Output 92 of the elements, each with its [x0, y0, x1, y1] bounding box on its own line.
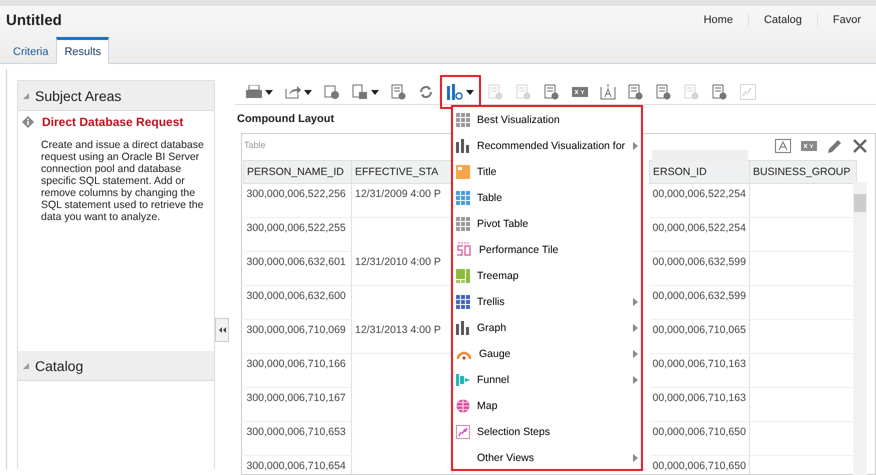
- subject-area-link[interactable]: Direct Database Request: [42, 115, 184, 129]
- menu-item[interactable]: Treemap: [453, 263, 641, 289]
- caret-icon: [265, 90, 273, 94]
- table-cell: 00,000,006,522,254: [650, 218, 750, 252]
- xyz-icon[interactable]: [572, 87, 588, 97]
- refresh-icon[interactable]: [419, 85, 433, 99]
- table-cell: 00,000,006,710,163: [650, 354, 750, 388]
- funnel-icon: [456, 374, 470, 386]
- table-cell: 00,000,006,710,163: [650, 388, 750, 422]
- table-cell: 300,000,006,522,256: [244, 184, 352, 218]
- table-cell: 300,000,006,710,653: [244, 422, 352, 456]
- column-header[interactable]: EFFECTIVE_STA: [352, 160, 452, 184]
- properties-icon[interactable]: [391, 84, 407, 100]
- table-icon: [456, 191, 470, 205]
- bar-chart-icon[interactable]: [447, 84, 463, 100]
- printer-icon[interactable]: [246, 85, 262, 99]
- drag-handle[interactable]: [652, 150, 748, 162]
- menu-item[interactable]: Table: [453, 185, 641, 211]
- table-cell: 00,000,006,710,650: [650, 422, 750, 456]
- caret-icon: [371, 90, 379, 94]
- text-frame-icon[interactable]: [775, 139, 791, 153]
- view-label: Table: [244, 140, 266, 150]
- grid-icon: [456, 217, 470, 231]
- section-title: Subject Areas: [35, 88, 122, 104]
- table-cell: 300,000,006,710,654: [244, 456, 352, 475]
- layout-icon[interactable]: [352, 84, 368, 100]
- grid-icon: [456, 113, 470, 127]
- column-header[interactable]: PERSON_NAME_ID: [244, 160, 352, 184]
- properties-icon[interactable]: [544, 84, 560, 100]
- bar-chart-icon: [456, 321, 470, 335]
- table-cell: 00,000,006,632,599: [650, 252, 750, 286]
- menu-item[interactable]: Other Views: [453, 445, 641, 471]
- submenu-arrow-icon: [633, 298, 638, 306]
- menu-item[interactable]: Trellis: [453, 289, 641, 315]
- tab[interactable]: Results: [56, 37, 110, 64]
- treemap-icon: [456, 269, 470, 283]
- table-cell: 00,000,006,710,065: [650, 320, 750, 354]
- menu-item[interactable]: Gauge: [453, 341, 641, 367]
- xyz-icon[interactable]: [801, 141, 817, 151]
- trellis-icon: [456, 295, 470, 309]
- text-frame-icon[interactable]: [600, 84, 616, 100]
- info-icon: [22, 116, 34, 128]
- table-cell: 300,000,006,710,069: [244, 320, 352, 354]
- pencil-icon[interactable]: [827, 138, 843, 154]
- column-header[interactable]: ERSON_ID: [650, 160, 750, 184]
- section-header[interactable]: Subject Areas: [18, 81, 214, 111]
- table-cell: 300,000,006,710,167: [244, 388, 352, 422]
- title-icon: [456, 165, 470, 179]
- description-text: Create and issue a direct database request using an Oracle BI Server connection pool and database specific SQL statement. Add or remove columns by changing the SQL statement used to retrieve the data you want to analyze.: [40, 138, 205, 225]
- menu-item[interactable]: Graph: [453, 315, 641, 341]
- caret-icon: [466, 90, 474, 94]
- collapse-icon[interactable]: [218, 327, 226, 333]
- menu-item[interactable]: Funnel: [453, 367, 641, 393]
- nav-link[interactable]: Favor: [816, 14, 876, 26]
- section-header[interactable]: Catalog: [18, 351, 214, 381]
- tile-icon: [456, 242, 472, 258]
- submenu-arrow-icon: [633, 142, 638, 150]
- table-cell: 300,000,006,632,601: [244, 252, 352, 286]
- menu-item[interactable]: Recommended Visualization for: [453, 133, 641, 159]
- collapse-handle[interactable]: [215, 318, 229, 342]
- column-header[interactable]: BUSINESS_GROUP: [749, 160, 856, 184]
- menu-item[interactable]: Title: [453, 159, 641, 185]
- scrollbar[interactable]: [853, 182, 867, 475]
- close-icon[interactable]: [853, 139, 867, 153]
- table-cell: 00,000,006,710,650: [650, 456, 750, 475]
- globe-icon: [456, 399, 470, 413]
- table-cell: 300,000,006,632,600: [244, 286, 352, 320]
- caret-icon: [304, 90, 312, 94]
- window-title: Untitled: [6, 12, 62, 29]
- menu-item[interactable]: Best Visualization: [453, 107, 641, 133]
- export-icon[interactable]: [285, 85, 301, 99]
- submenu-arrow-icon: [633, 350, 638, 358]
- table-cell: 300,000,006,710,166: [244, 354, 352, 388]
- menu-item[interactable]: Performance Tile: [453, 237, 641, 263]
- layout-title: Compound Layout: [237, 113, 334, 125]
- properties-icon[interactable]: [628, 84, 644, 100]
- menu-item[interactable]: Map: [453, 393, 641, 419]
- properties-icon[interactable]: [712, 84, 728, 100]
- bar-chart-icon: [456, 139, 470, 153]
- section-title: Catalog: [35, 358, 84, 374]
- nav-link[interactable]: Catalog: [748, 14, 817, 26]
- submenu-arrow-icon: [633, 324, 638, 332]
- table-cell: 300,000,006,522,255: [244, 218, 352, 252]
- tab[interactable]: Criteria: [5, 37, 56, 64]
- submenu-arrow-icon: [633, 454, 638, 462]
- properties-icon[interactable]: [656, 84, 672, 100]
- table-cell: 00,000,006,522,254: [650, 184, 750, 218]
- menu-item[interactable]: Selection Steps: [453, 419, 641, 445]
- nav-link[interactable]: Home: [688, 14, 748, 26]
- table-cell: 00,000,006,632,599: [650, 286, 750, 320]
- submenu-arrow-icon: [633, 376, 638, 384]
- menu-item[interactable]: Pivot Table: [453, 211, 641, 237]
